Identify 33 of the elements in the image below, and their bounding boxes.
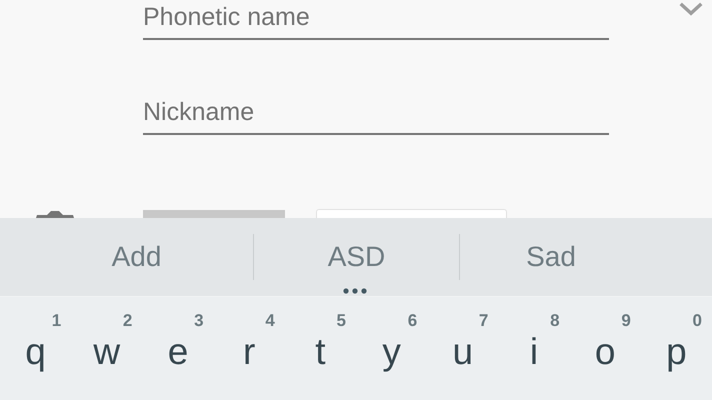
key[interactable]: 4 r <box>214 297 285 400</box>
key-letter: u <box>452 331 474 373</box>
key-letter: p <box>665 331 688 373</box>
key[interactable]: 6 y <box>356 297 428 400</box>
key[interactable]: 1 q <box>0 297 72 400</box>
key-letter: t <box>314 331 327 373</box>
key-hint: 5 <box>336 311 346 331</box>
key-hint: 0 <box>692 311 702 331</box>
key-hint: 8 <box>550 311 560 331</box>
key[interactable]: 5 t <box>284 297 356 400</box>
key-hint: 2 <box>122 311 132 331</box>
key[interactable]: 3 e <box>142 297 214 400</box>
key-hint: 9 <box>621 311 631 331</box>
key-letter: y <box>381 331 402 373</box>
key-hint: 7 <box>478 311 488 331</box>
text-field[interactable]: Nickname <box>143 95 609 135</box>
key-letter: i <box>528 331 540 373</box>
text-field[interactable]: Phonetic name <box>143 0 609 40</box>
key[interactable]: 8 i <box>498 297 570 400</box>
key[interactable]: 0 p <box>640 297 712 400</box>
key[interactable]: 7 u <box>427 297 498 400</box>
key-letter: q <box>24 331 47 373</box>
key-hint: 3 <box>194 311 204 331</box>
key[interactable]: 9 o <box>570 297 641 400</box>
key-letter: o <box>594 331 616 373</box>
key-letter: e <box>166 331 190 373</box>
key-letter: r <box>242 331 256 373</box>
key-hint: 6 <box>408 311 418 331</box>
key-hint: 4 <box>265 311 275 331</box>
key-letter: w <box>92 331 122 373</box>
key[interactable]: 2 w <box>71 297 142 400</box>
key-hint: 1 <box>52 311 62 331</box>
chevron-down-icon[interactable] <box>679 2 703 16</box>
